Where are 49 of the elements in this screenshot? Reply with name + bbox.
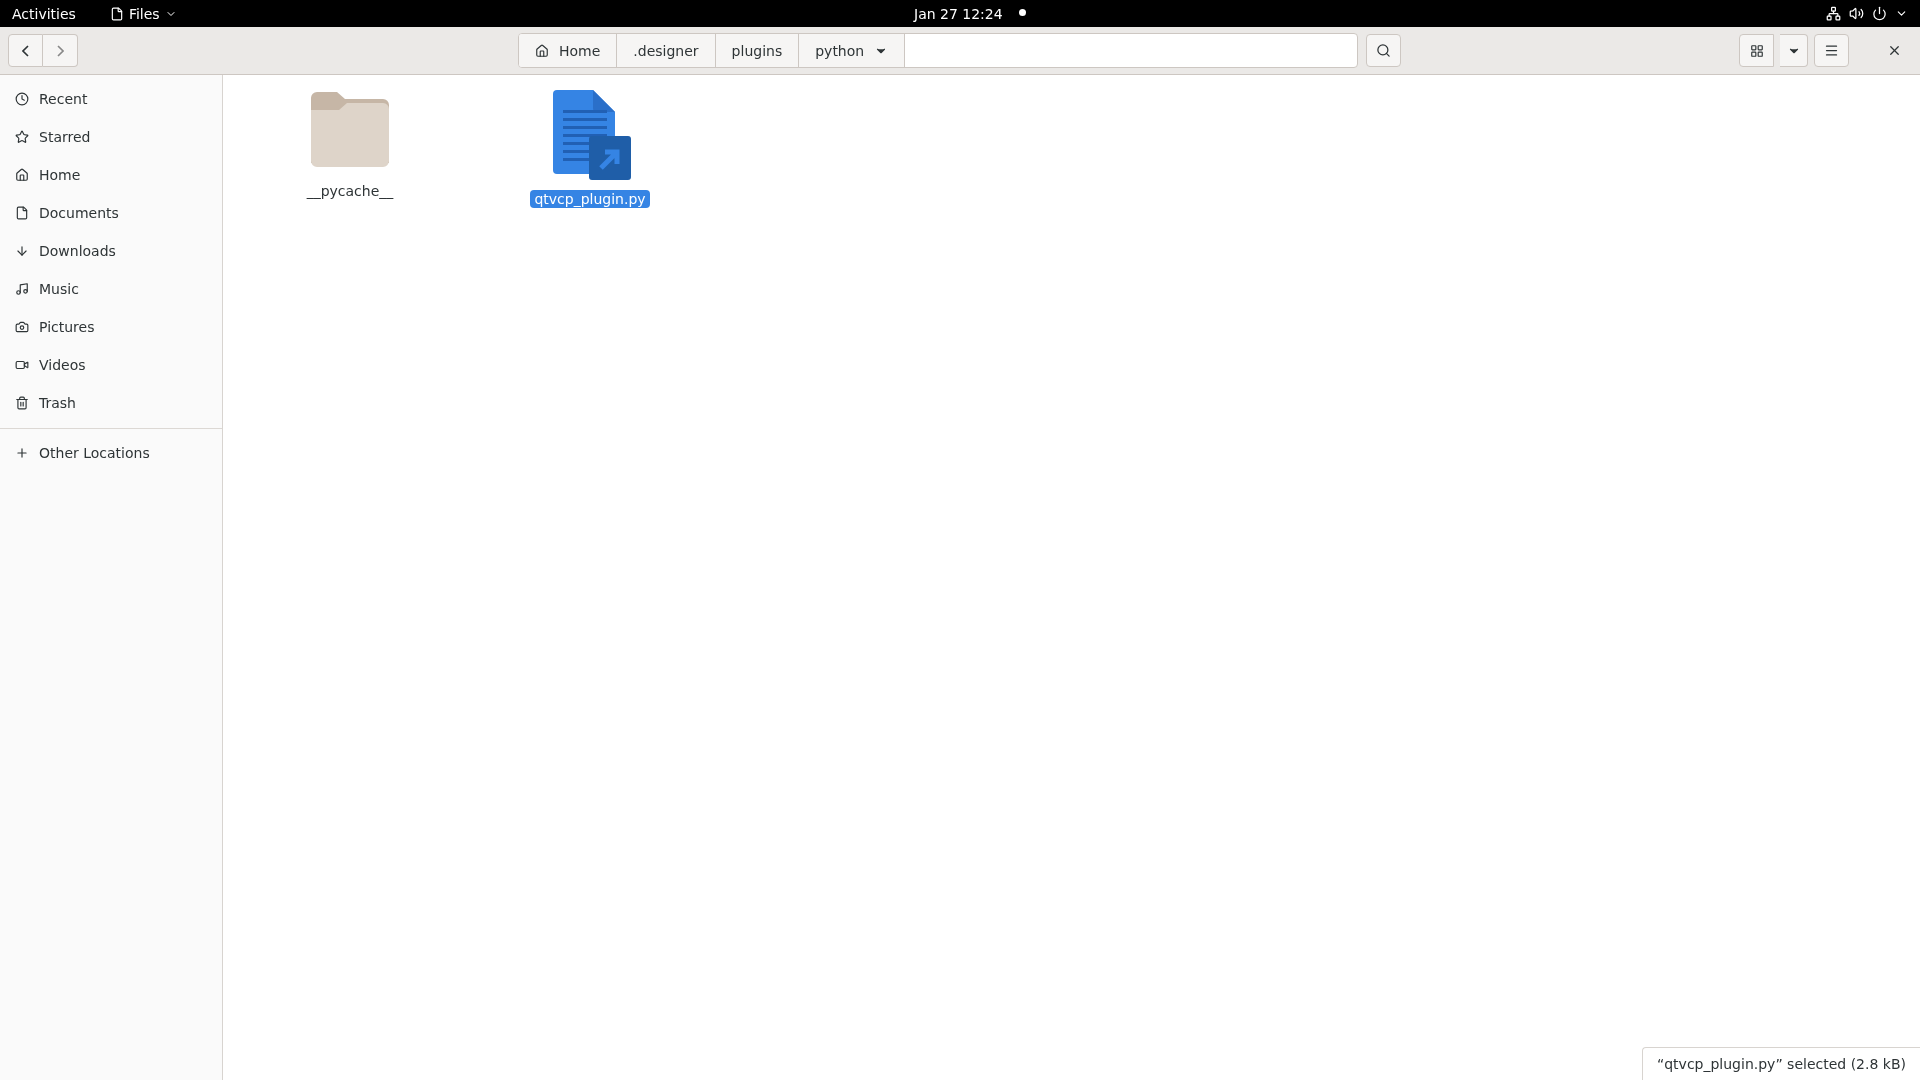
sidebar-item[interactable]: Pictures — [0, 308, 222, 346]
menu-button[interactable] — [1814, 34, 1849, 67]
video-icon — [15, 358, 29, 372]
menu-icon — [1824, 43, 1839, 58]
sidebar-item[interactable]: Documents — [0, 194, 222, 232]
clock[interactable]: Jan 27 12:24 — [914, 5, 1003, 22]
notification-dot — [1019, 9, 1026, 16]
status-text: “qtvcp_plugin.py” selected (2.8 kB) — [1641, 1047, 1920, 1080]
path-button[interactable]: plugins — [715, 34, 800, 67]
home-icon — [15, 168, 29, 182]
sidebar-item[interactable]: Videos — [0, 346, 222, 384]
view-options-button[interactable] — [1780, 34, 1808, 67]
search-button[interactable] — [1366, 34, 1401, 67]
app-menu[interactable]: Files — [109, 5, 177, 22]
chevron-left-icon — [22, 44, 29, 57]
camera-icon — [15, 320, 29, 334]
file-item[interactable]: __pycache__ — [270, 90, 430, 200]
star-icon — [15, 130, 29, 144]
power-icon[interactable] — [1872, 6, 1887, 21]
back-button[interactable] — [8, 34, 43, 67]
sidebar-item[interactable]: Starred — [0, 118, 222, 156]
chevron-right-icon — [56, 44, 64, 57]
close-icon — [1887, 43, 1902, 58]
trash-icon — [15, 396, 29, 410]
path-button[interactable]: Home — [519, 34, 618, 67]
home-icon — [535, 43, 549, 58]
plus-icon — [15, 446, 29, 460]
clock-icon — [15, 92, 29, 106]
view-button[interactable] — [1739, 34, 1774, 67]
sidebar-item[interactable]: Downloads — [0, 232, 222, 270]
grid-icon — [1749, 43, 1764, 58]
document-icon — [109, 6, 124, 21]
music-icon — [15, 282, 29, 296]
sidebar-item[interactable]: Music — [0, 270, 222, 308]
file-item[interactable]: qtvcp_plugin.py — [510, 90, 670, 208]
document-icon — [15, 206, 29, 220]
sidebar-item[interactable]: Recent — [0, 80, 222, 118]
file-name: qtvcp_plugin.py — [530, 190, 650, 208]
sidebar-item[interactable]: Home — [0, 156, 222, 194]
activities-button[interactable]: Activities — [12, 5, 76, 22]
network-icon[interactable] — [1826, 6, 1841, 21]
file-name: __pycache__ — [305, 182, 395, 200]
path-button[interactable]: .designer — [617, 34, 716, 67]
path-button[interactable]: python — [799, 34, 906, 67]
sidebar-item[interactable]: Other Locations — [0, 434, 222, 472]
search-icon — [1376, 43, 1391, 58]
sidebar-item[interactable]: Trash — [0, 384, 222, 422]
download-icon — [15, 244, 29, 258]
volume-icon[interactable] — [1849, 6, 1864, 21]
